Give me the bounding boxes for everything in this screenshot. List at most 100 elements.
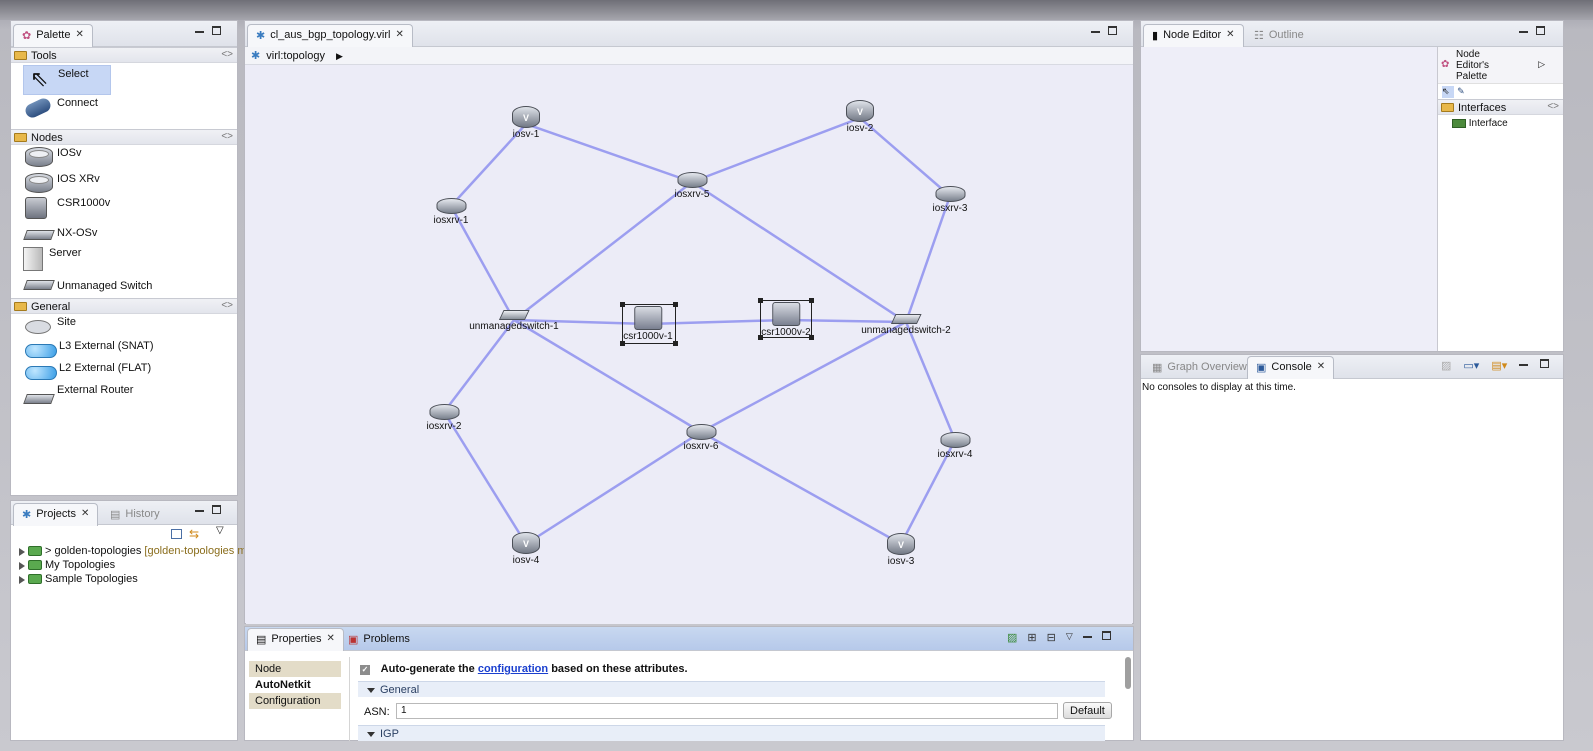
view-menu-icon[interactable]: ▽ <box>216 525 224 536</box>
open-console-icon[interactable]: ▤▾ <box>1491 359 1507 372</box>
maximize-icon[interactable] <box>1540 359 1550 368</box>
close-icon[interactable]: ✕ <box>327 633 335 644</box>
tab-projects[interactable]: ✱ Projects ✕ <box>13 503 99 526</box>
palette-item-nxosv[interactable]: NX-OSv <box>11 225 237 245</box>
palette-item-external-router[interactable]: External Router <box>11 382 237 408</box>
link[interactable] <box>525 122 693 184</box>
node-iosxrv-1[interactable]: iosxrv-1 <box>433 198 469 226</box>
minimize-icon[interactable] <box>195 31 204 33</box>
palette-item-select[interactable]: ⇖ Select <box>23 65 111 95</box>
link[interactable] <box>691 116 861 184</box>
node-csr1000v-2[interactable]: csr1000v-2 <box>761 302 811 338</box>
minimize-icon[interactable] <box>1519 364 1529 366</box>
tab-topology-file[interactable]: ✱ cl_aus_bgp_topology.virl ✕ <box>247 24 413 47</box>
palette-item-unmanaged-switch[interactable]: Unmanaged Switch <box>11 275 237 297</box>
collapse-all-icon[interactable] <box>171 529 182 539</box>
palette-item-connect[interactable]: Connect <box>11 95 237 127</box>
expand-icon[interactable] <box>19 548 25 556</box>
side-tab-autonetkit[interactable]: AutoNetkit <box>249 677 341 693</box>
maximize-icon[interactable] <box>1101 631 1111 640</box>
default-button[interactable]: Default <box>1063 702 1112 719</box>
collapse-icon[interactable]: <> <box>221 49 233 60</box>
side-tab-node[interactable]: Node <box>249 661 341 677</box>
tab-outline[interactable]: ☷ Outline <box>1245 24 1313 47</box>
tree-item-golden-topologies[interactable]: > golden-topologies [golden-topologies m <box>11 545 247 559</box>
collapse-icon[interactable]: <> <box>221 131 233 142</box>
select-tool-icon[interactable]: ⇖ <box>1442 86 1454 98</box>
node-csr1000v-1[interactable]: csr1000v-1 <box>623 306 673 342</box>
collapse-icon[interactable]: <> <box>221 300 233 311</box>
collapse-all-icon[interactable]: ⊟ <box>1047 631 1056 644</box>
node-unmanagedswitch-1[interactable]: unmanagedswitch-1 <box>469 306 559 332</box>
minimize-icon[interactable] <box>1519 31 1528 33</box>
node-iosv-2[interactable]: iosv-2 <box>846 100 874 134</box>
palette-item-l3-external[interactable]: L3 External (SNAT) <box>11 338 237 360</box>
link[interactable] <box>700 320 907 434</box>
palette-item-iosxrv[interactable]: IOS XRv <box>11 171 237 195</box>
close-icon[interactable]: ✕ <box>81 508 89 519</box>
tab-graph-overview[interactable]: ▦ Graph Overview <box>1143 356 1256 379</box>
display-console-icon[interactable]: ▭▾ <box>1463 359 1479 372</box>
palette-item-iosv[interactable]: IOSv <box>11 145 237 171</box>
drawer-general[interactable]: General <> <box>11 298 237 314</box>
node-iosxrv-3[interactable]: iosxrv-3 <box>932 186 968 214</box>
node-iosxrv-6[interactable]: iosxrv-6 <box>683 424 719 452</box>
tab-node-editor[interactable]: ▮ Node Editor ✕ <box>1143 24 1244 47</box>
connect-tool-icon[interactable]: ✎ <box>1457 86 1465 96</box>
breadcrumb-arrow-icon[interactable]: ▶ <box>336 51 343 61</box>
expand-all-icon[interactable]: ⊞ <box>1027 631 1036 644</box>
view-menu-icon[interactable]: ▽ <box>1066 631 1073 644</box>
node-iosv-1[interactable]: iosv-1 <box>512 106 540 140</box>
pin-icon[interactable]: ▨ <box>1007 631 1017 644</box>
link[interactable] <box>700 430 902 546</box>
collapse-icon[interactable]: <> <box>1547 101 1559 112</box>
breadcrumb-label[interactable]: virl:topology <box>266 50 325 62</box>
maximize-icon[interactable] <box>212 505 221 514</box>
expand-arrow-icon[interactable]: ▷ <box>1538 59 1545 70</box>
node-iosv-3[interactable]: iosv-3 <box>887 533 915 567</box>
properties-scrollbar[interactable] <box>1125 657 1131 689</box>
drawer-tools[interactable]: Tools <> <box>11 47 237 63</box>
palette-item-interface[interactable]: Interface <box>1438 115 1563 133</box>
pin-console-icon[interactable]: ▨ <box>1441 359 1451 372</box>
maximize-icon[interactable] <box>1536 26 1545 35</box>
tab-console[interactable]: ▣ Console ✕ <box>1247 356 1335 379</box>
maximize-icon[interactable] <box>1108 26 1117 35</box>
minimize-icon[interactable] <box>1082 636 1092 638</box>
node-iosxrv-5[interactable]: iosxrv-5 <box>674 172 710 200</box>
tab-properties[interactable]: ▤ Properties ✕ <box>247 628 344 651</box>
palette-item-csr1000v[interactable]: CSR1000v <box>11 195 237 225</box>
asn-input[interactable]: 1 <box>396 703 1058 719</box>
section-general[interactable]: General <box>358 681 1105 697</box>
close-icon[interactable]: ✕ <box>1317 361 1325 372</box>
expand-icon[interactable] <box>19 576 25 584</box>
close-icon[interactable]: ✕ <box>395 29 403 40</box>
link[interactable] <box>525 430 702 546</box>
link[interactable] <box>443 319 515 413</box>
close-icon[interactable]: ✕ <box>1226 29 1234 40</box>
node-iosv-4[interactable]: iosv-4 <box>512 532 540 566</box>
section-igp[interactable]: IGP <box>358 725 1105 741</box>
link[interactable] <box>904 321 957 441</box>
tab-palette[interactable]: ✿ Palette ✕ <box>13 24 93 47</box>
palette-item-site[interactable]: Site <box>11 314 237 338</box>
topology-canvas[interactable]: iosv-1 iosv-2 iosxrv-5 iosxrv-1 iosxrv-3… <box>246 66 1132 638</box>
tree-item-sample-topologies[interactable]: Sample Topologies <box>11 573 237 587</box>
tab-problems[interactable]: ▣ Problems <box>339 628 419 651</box>
expand-icon[interactable] <box>19 562 25 570</box>
node-iosxrv-4[interactable]: iosxrv-4 <box>937 432 973 460</box>
palette-item-server[interactable]: Server <box>11 245 237 275</box>
tab-history[interactable]: ▤ History <box>101 503 169 526</box>
link[interactable] <box>513 181 693 321</box>
minimize-icon[interactable] <box>1091 31 1100 33</box>
configuration-link[interactable]: configuration <box>478 663 548 675</box>
drawer-interfaces[interactable]: Interfaces <> <box>1438 99 1563 115</box>
palette-item-l2-external[interactable]: L2 External (FLAT) <box>11 360 237 382</box>
close-icon[interactable]: ✕ <box>75 29 83 40</box>
auto-generate-checkbox[interactable]: ✓ <box>360 665 370 675</box>
maximize-icon[interactable] <box>212 26 221 35</box>
link[interactable] <box>904 195 952 323</box>
node-iosxrv-2[interactable]: iosxrv-2 <box>426 404 462 432</box>
node-unmanagedswitch-2[interactable]: unmanagedswitch-2 <box>861 310 951 336</box>
tree-item-my-topologies[interactable]: My Topologies <box>11 559 237 573</box>
